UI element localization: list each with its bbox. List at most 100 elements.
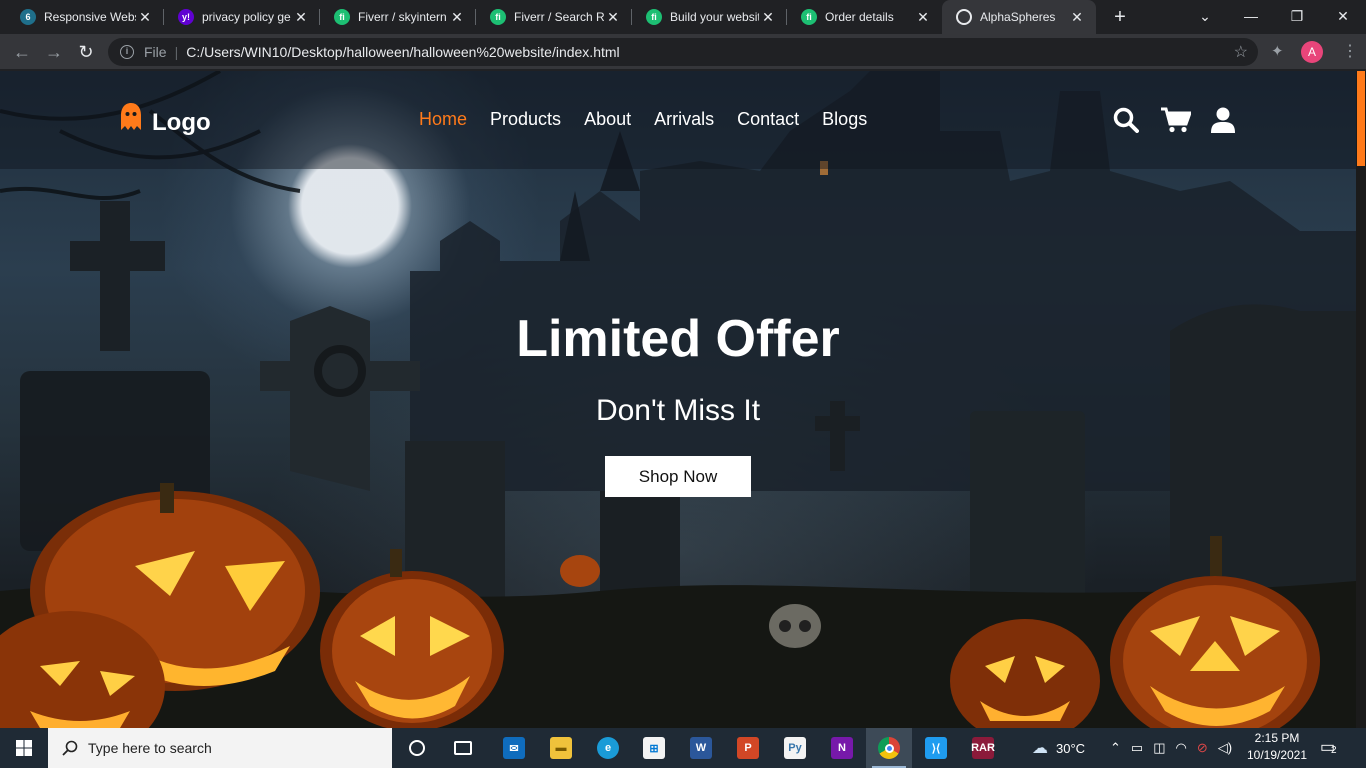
tab-title: Fiverr / Search Re [514, 10, 604, 24]
browser-tab[interactable]: fi Build your websit ✕ [632, 0, 787, 34]
tab-favicon-icon [956, 9, 972, 25]
extensions-icon[interactable]: ✦ [1271, 42, 1284, 60]
bookmark-star-icon[interactable]: ☆ [1234, 42, 1248, 62]
browser-tab[interactable]: fi Fiverr / skyintern ✕ [320, 0, 476, 34]
search-icon [62, 740, 78, 756]
site-info-icon[interactable]: i [120, 45, 134, 59]
file-explorer-icon[interactable]: ▬ [538, 728, 584, 768]
hero-title: Limited Offer [516, 310, 840, 368]
notification-center-icon[interactable]: ▭ 2 [1320, 737, 1344, 759]
taskbar-search-box[interactable]: Type here to search [48, 728, 392, 768]
tab-close-icon[interactable]: ✕ [292, 9, 310, 26]
browser-tab[interactable]: fi Fiverr / Search Re ✕ [476, 0, 632, 34]
browser-menu-button[interactable]: ⋮ [1340, 38, 1360, 66]
new-tab-button[interactable]: + [1108, 5, 1132, 29]
nav-blogs[interactable]: Blogs [822, 109, 867, 130]
meet-now-icon[interactable]: ◫ [1153, 740, 1165, 756]
site-logo[interactable]: Logo [120, 97, 211, 137]
store-icon[interactable]: ⊞ [631, 728, 677, 768]
taskbar-search-placeholder: Type here to search [88, 740, 212, 756]
browser-toolbar: ← → ↻ i File | C:/Users/WIN10/Desktop/ha… [0, 34, 1366, 70]
logo-text: Logo [152, 109, 211, 136]
tray-overflow-icon[interactable]: ⌃ [1110, 740, 1121, 756]
browser-tab[interactable]: y! privacy policy ge ✕ [164, 0, 320, 34]
weather-cloud-icon: ☁ [1032, 740, 1048, 757]
scrollbar-thumb[interactable] [1357, 71, 1365, 166]
tab-title: Responsive Webs [44, 10, 136, 24]
winrar-icon[interactable]: RAR [960, 728, 1006, 768]
tab-title: Build your websit [670, 10, 759, 24]
maximize-button[interactable]: ❐ [1274, 0, 1320, 34]
hero-subtitle: Don't Miss It [595, 394, 761, 427]
wifi-icon[interactable]: ◠ [1176, 740, 1187, 756]
nav-contact[interactable]: Contact [737, 109, 799, 130]
tab-close-icon[interactable]: ✕ [604, 9, 622, 26]
site-header: Logo Home Products About Arrivals Contac… [0, 71, 1356, 169]
nav-arrivals[interactable]: Arrivals [654, 109, 714, 130]
cart-icon[interactable] [1161, 107, 1191, 133]
back-button[interactable]: ← [8, 38, 36, 66]
minimize-button[interactable]: — [1228, 0, 1274, 34]
nav-products[interactable]: Products [490, 109, 561, 130]
shop-now-button[interactable]: Shop Now [605, 456, 751, 497]
word-icon[interactable]: W [678, 728, 724, 768]
tab-favicon-icon: y! [178, 9, 194, 25]
tab-close-icon[interactable]: ✕ [759, 9, 777, 26]
tab-close-icon[interactable]: ✕ [914, 9, 932, 26]
tab-favicon-icon: fi [801, 9, 817, 25]
main-nav: Home Products About Arrivals Contact Blo… [419, 109, 890, 130]
browser-tab[interactable]: fi Order details ✕ [787, 0, 942, 34]
address-divider: | [174, 44, 179, 60]
windows-start-icon[interactable] [0, 728, 48, 768]
mail-icon[interactable]: ✉ [491, 728, 537, 768]
edge-icon[interactable]: e [585, 728, 631, 768]
windows-taskbar: Type here to search ✉ ▬ e ⊞ W P Py N ⟩⟨ … [0, 728, 1366, 768]
user-icon[interactable] [1211, 107, 1235, 133]
tab-title: Fiverr / skyintern [358, 10, 447, 24]
ghost-icon [121, 103, 141, 130]
nav-home[interactable]: Home [419, 109, 467, 130]
reload-button[interactable]: ↻ [72, 38, 100, 66]
tab-favicon-icon: fi [334, 9, 350, 25]
notification-count: 2 [1331, 745, 1337, 756]
tab-title: Order details [825, 10, 894, 24]
tab-favicon-icon: fi [490, 9, 506, 25]
weather-widget[interactable]: ☁ 30°C [1032, 728, 1085, 768]
tab-close-icon[interactable]: ✕ [1068, 9, 1086, 26]
tab-favicon-icon: fi [646, 9, 662, 25]
browser-tab[interactable]: 6 Responsive Webs ✕ [6, 0, 164, 34]
cortana-icon[interactable] [394, 728, 440, 768]
profile-avatar[interactable]: A [1301, 41, 1323, 63]
address-bar[interactable]: i File | C:/Users/WIN10/Desktop/hallowee… [108, 38, 1258, 66]
tab-close-icon[interactable]: ✕ [448, 9, 466, 26]
tab-title: privacy policy ge [202, 10, 291, 24]
search-icon[interactable] [1113, 107, 1139, 133]
nav-about[interactable]: About [584, 109, 631, 130]
tab-title: AlphaSpheres [980, 10, 1056, 24]
weather-temp: 30°C [1056, 740, 1086, 756]
close-window-button[interactable]: ✕ [1320, 0, 1366, 34]
vscode-icon[interactable]: ⟩⟨ [913, 728, 959, 768]
clock-date: 10/19/2021 [1246, 748, 1308, 762]
browser-tab-strip: 6 Responsive Webs ✕ y! privacy policy ge ✕ fi F… [0, 0, 1366, 34]
tab-close-icon[interactable]: ✕ [136, 9, 154, 26]
chrome-icon[interactable] [866, 728, 912, 768]
tab-favicon-icon: 6 [20, 9, 36, 25]
tab-search-button[interactable]: ⌄ [1182, 0, 1228, 34]
python-icon[interactable]: Py [772, 728, 818, 768]
page-viewport: Logo Home Products About Arrivals Contac… [0, 71, 1366, 728]
clock-time: 2:15 PM [1254, 731, 1300, 745]
task-view-icon[interactable] [440, 728, 486, 768]
address-scheme: File [144, 44, 167, 60]
taskbar-clock[interactable]: 2:15 PM 10/19/2021 [1246, 730, 1308, 764]
address-url[interactable]: C:/Users/WIN10/Desktop/halloween/hallowe… [186, 44, 619, 60]
system-tray: ⌃ ▭ ◫ ◠ ⊘ ◁) [1110, 728, 1232, 768]
page-scrollbar[interactable] [1356, 71, 1366, 728]
powerpoint-icon[interactable]: P [725, 728, 771, 768]
volume-icon[interactable]: ◁) [1218, 740, 1232, 756]
onenote-icon[interactable]: N [819, 728, 865, 768]
network-warning-icon[interactable]: ⊘ [1197, 740, 1208, 756]
forward-button[interactable]: → [40, 38, 68, 66]
browser-tab[interactable]: AlphaSpheres ✕ [942, 0, 1096, 34]
battery-icon[interactable]: ▭ [1131, 740, 1143, 756]
